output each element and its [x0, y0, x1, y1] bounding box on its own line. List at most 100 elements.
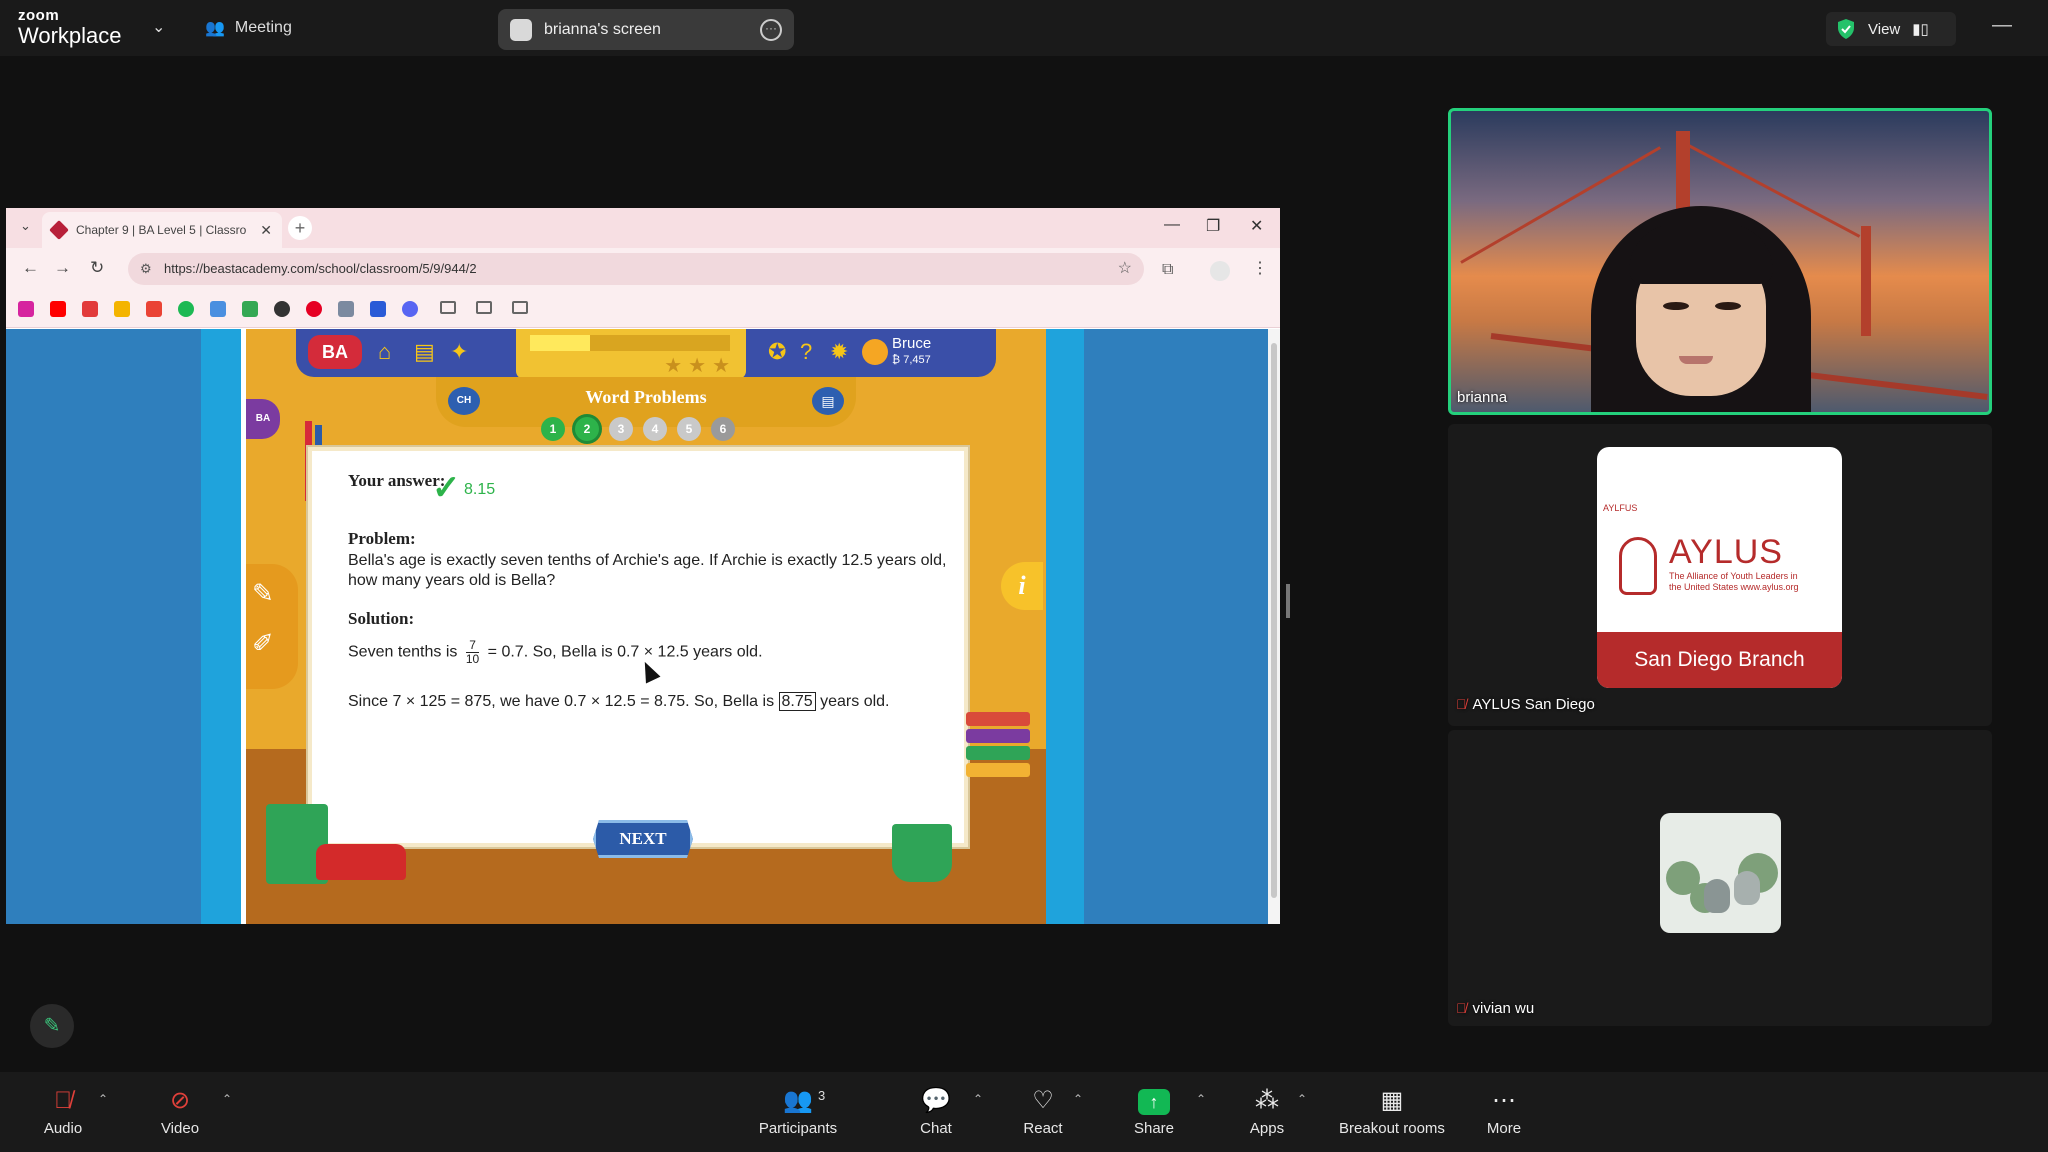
settings-icon[interactable]: ✹: [830, 339, 848, 365]
guide-book-icon[interactable]: ▤: [812, 387, 844, 415]
react-options-caret-icon[interactable]: ⌃: [1073, 1092, 1083, 1106]
participants-label: Participants: [758, 1120, 838, 1137]
participants-button[interactable]: 👥 Participants: [753, 1086, 843, 1137]
bookmark-icon[interactable]: [370, 301, 386, 317]
back-icon[interactable]: ←: [22, 258, 39, 278]
folder-icon[interactable]: [476, 301, 492, 314]
bookmark-icon[interactable]: [338, 301, 354, 317]
pinterest-bookmark-icon[interactable]: [306, 301, 322, 317]
chat-button[interactable]: 💬 Chat: [891, 1086, 981, 1137]
page-scrollbar[interactable]: [1268, 329, 1280, 924]
next-button[interactable]: NEXT: [593, 820, 693, 858]
drive-bookmark-icon[interactable]: [242, 301, 258, 317]
profile-avatar[interactable]: [1210, 261, 1230, 281]
problem-dot[interactable]: 1: [541, 417, 565, 441]
grid-view-icon: ▮▯: [1912, 21, 1929, 38]
scrollbar-thumb[interactable]: [1271, 343, 1277, 898]
url-text: https://beastacademy.com/school/classroo…: [164, 261, 477, 276]
new-tab-icon[interactable]: +: [288, 216, 312, 240]
bell-icon[interactable]: [862, 339, 888, 365]
participant-video-tile[interactable]: brianna: [1448, 108, 1992, 415]
problem-dot-bonus[interactable]: 6: [711, 417, 735, 441]
shield-icon: [1838, 19, 1854, 39]
boxed-answer: 8.75: [778, 692, 816, 711]
video-options-caret-icon[interactable]: ⌃: [222, 1092, 232, 1106]
annotate-pencil-icon[interactable]: ✎: [30, 1004, 74, 1048]
aylus-profile-picture: AYLFUS AYLUS The Alliance of Youth Leade…: [1597, 447, 1842, 688]
gmail-bookmark-icon[interactable]: [146, 301, 162, 317]
more-button[interactable]: ⋯ More: [1459, 1086, 1549, 1137]
site-settings-icon[interactable]: ⚙: [140, 253, 152, 285]
award-icon[interactable]: ✪: [768, 339, 786, 365]
tools-panel: ✎ ✐: [246, 564, 298, 689]
beast-academy-game: BA ⌂ ▤ ✦ ★★★ ✪ ? ✹ Bruce ₿ 7,457 Word Pr…: [246, 329, 1046, 924]
beast-academy-favicon-icon: [49, 220, 69, 240]
apps-label: Apps: [1249, 1120, 1285, 1137]
chapter-badge[interactable]: CH: [448, 387, 480, 415]
progress-panel: ★★★: [516, 329, 746, 379]
extensions-icon[interactable]: ⧉: [1162, 261, 1173, 279]
audio-options-caret-icon[interactable]: ⌃: [98, 1092, 108, 1106]
window-close-icon[interactable]: ✕: [1250, 216, 1263, 236]
fraction: 7 10: [465, 639, 480, 666]
problem-dot[interactable]: 4: [643, 417, 667, 441]
book-icon[interactable]: ▤: [414, 339, 435, 365]
share-label: Share: [1133, 1120, 1175, 1137]
window-restore-icon[interactable]: ❐: [1206, 216, 1220, 236]
bookmark-icon[interactable]: [274, 301, 290, 317]
instagram-bookmark-icon[interactable]: [18, 301, 34, 317]
zoom-top-bar: zoom Workplace ⌄ 👥 Meeting brianna's scr…: [0, 0, 2048, 56]
panel-resize-handle[interactable]: [1286, 584, 1290, 618]
audio-label: Audio: [43, 1120, 83, 1137]
react-label: React: [1023, 1120, 1063, 1137]
forward-icon[interactable]: →: [54, 258, 71, 278]
eraser-tool-icon[interactable]: ✐: [252, 628, 274, 659]
window-minimize-icon[interactable]: —: [1164, 216, 1180, 234]
share-options-caret-icon[interactable]: ⌃: [1196, 1092, 1206, 1106]
minimize-icon[interactable]: —: [1992, 14, 2012, 37]
bookmark-icon[interactable]: [210, 301, 226, 317]
side-menu-tab[interactable]: BA: [246, 399, 280, 439]
bookmark-icon[interactable]: [114, 301, 130, 317]
spotify-bookmark-icon[interactable]: [178, 301, 194, 317]
meeting-menu[interactable]: 👥 Meeting: [205, 18, 292, 38]
tab-search-icon[interactable]: ⌄: [20, 218, 31, 234]
screen-share-icon: [510, 18, 532, 41]
video-button[interactable]: ⊘ Video: [135, 1086, 225, 1137]
view-button[interactable]: View ▮▯: [1826, 12, 1956, 46]
reload-icon[interactable]: ↻: [90, 258, 104, 278]
browser-tab[interactable]: Chapter 9 | BA Level 5 | Classro ✕: [42, 212, 282, 248]
solution-line-2: Since 7 × 125 = 875, we have 0.7 × 12.5 …: [348, 692, 890, 711]
bookmark-icon[interactable]: [82, 301, 98, 317]
aylus-wordmark: AYLUS: [1669, 533, 1783, 571]
zoom-logo[interactable]: zoom Workplace: [18, 8, 122, 47]
background-left: [6, 329, 201, 924]
url-bar[interactable]: ⚙ https://beastacademy.com/school/classr…: [128, 253, 1144, 285]
home-icon[interactable]: ⌂: [378, 339, 391, 365]
info-button[interactable]: i: [1001, 562, 1043, 610]
problem-dot[interactable]: 5: [677, 417, 701, 441]
pencil-tool-icon[interactable]: ✎: [252, 578, 274, 609]
problem-dot[interactable]: 3: [609, 417, 633, 441]
browser-menu-icon[interactable]: ⋮: [1252, 258, 1268, 278]
discord-bookmark-icon[interactable]: [402, 301, 418, 317]
bookmark-star-icon[interactable]: ☆: [1118, 253, 1132, 285]
problem-dot-current[interactable]: 2: [575, 417, 599, 441]
user-badge[interactable]: Bruce ₿ 7,457: [892, 335, 931, 366]
folder-icon[interactable]: [440, 301, 456, 314]
more-options-icon[interactable]: ···: [760, 18, 782, 41]
share-button[interactable]: ↑ Share: [1109, 1086, 1199, 1137]
youtube-bookmark-icon[interactable]: [50, 301, 66, 317]
apps-options-caret-icon[interactable]: ⌃: [1297, 1092, 1307, 1106]
chat-options-caret-icon[interactable]: ⌃: [973, 1092, 983, 1106]
shared-screen-pill[interactable]: brianna's screen ···: [498, 9, 794, 50]
help-icon[interactable]: ?: [800, 339, 812, 365]
audio-button[interactable]: 🎙̸ Audio: [18, 1086, 108, 1137]
folder-icon[interactable]: [512, 301, 528, 314]
close-tab-icon[interactable]: ✕: [260, 222, 272, 239]
video-icon[interactable]: ✦: [450, 339, 468, 365]
breakout-rooms-button[interactable]: ▦ Breakout rooms: [1322, 1086, 1462, 1137]
chevron-down-icon[interactable]: ⌄: [152, 17, 165, 37]
ba-logo[interactable]: BA: [308, 335, 362, 369]
star-rating: ★★★: [664, 355, 736, 377]
